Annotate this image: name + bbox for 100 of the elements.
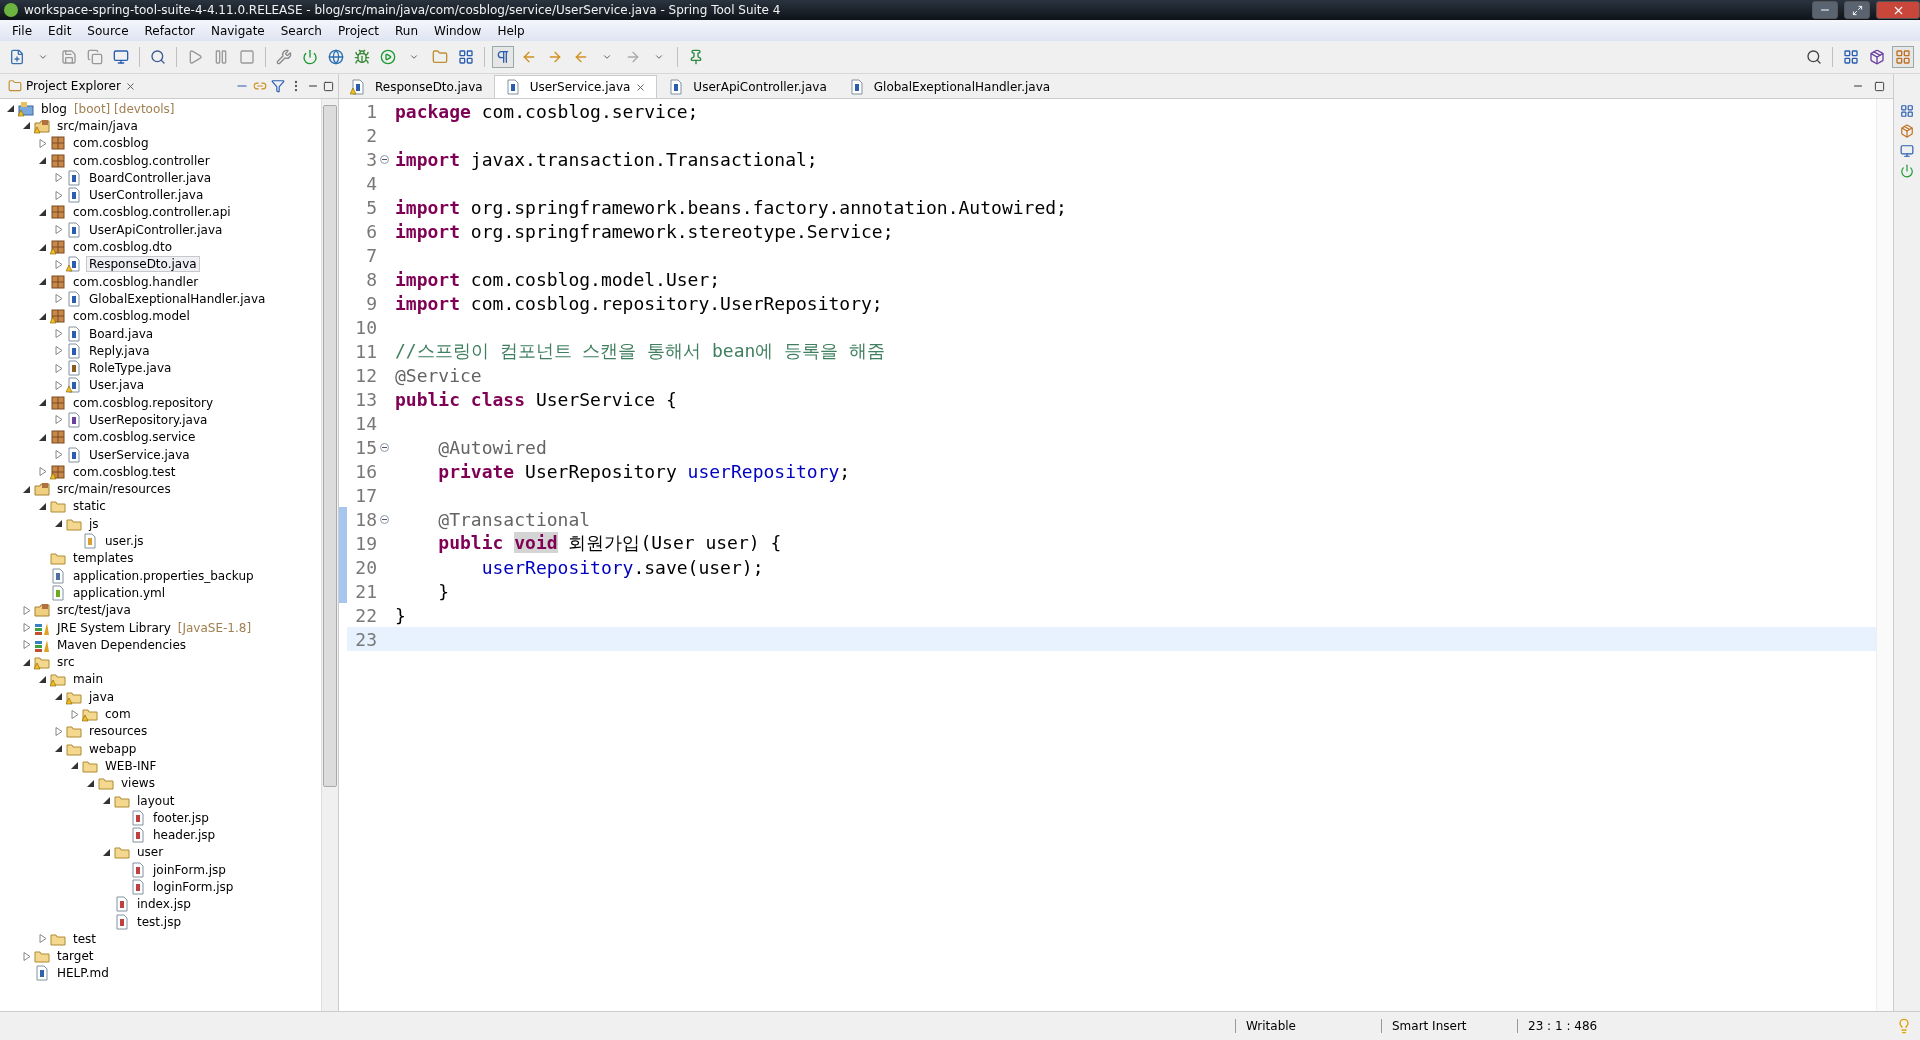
package-icon[interactable] bbox=[1900, 124, 1914, 138]
tree-item[interactable]: com.cosblog.dto bbox=[70, 239, 176, 255]
tree-item[interactable]: User.java bbox=[86, 377, 148, 394]
tree-item[interactable]: src bbox=[54, 654, 78, 671]
perspective-button[interactable] bbox=[1892, 46, 1914, 68]
tree-item[interactable]: JRE System Library bbox=[54, 619, 174, 636]
tree-item[interactable]: test bbox=[70, 930, 100, 947]
collapse-arrow-icon[interactable] bbox=[71, 761, 79, 771]
tree-item[interactable]: Maven Dependencies bbox=[54, 636, 189, 653]
menu-item[interactable]: Source bbox=[79, 23, 137, 38]
tree-item[interactable]: com.cosblog.repository bbox=[70, 394, 217, 411]
tree-item[interactable]: src/test/java bbox=[54, 602, 134, 619]
tree-item[interactable]: application.properties_backup bbox=[70, 567, 257, 584]
tree-item[interactable]: com.cosblog.handler bbox=[70, 273, 202, 290]
expand-arrow-icon[interactable] bbox=[71, 709, 79, 719]
tree-item[interactable]: com.cosblog.controller.api bbox=[70, 204, 234, 221]
expand-arrow-icon[interactable] bbox=[39, 138, 47, 148]
tree-item[interactable]: js bbox=[86, 515, 102, 532]
expand-arrow-icon[interactable] bbox=[55, 329, 63, 338]
expand-arrow-icon[interactable] bbox=[55, 726, 63, 736]
collapse-arrow-icon[interactable] bbox=[39, 432, 47, 442]
expand-arrow-icon[interactable] bbox=[55, 415, 63, 425]
tree-item[interactable]: com.cosblog bbox=[70, 135, 152, 152]
tree-item[interactable]: BoardController.java bbox=[86, 169, 215, 186]
editor-tab[interactable]: ResponseDto.java bbox=[339, 75, 494, 98]
menu-item[interactable]: Edit bbox=[40, 23, 80, 38]
menu-item[interactable]: Run bbox=[387, 23, 427, 38]
tree-item[interactable]: user bbox=[134, 844, 167, 861]
editor-tab[interactable]: UserApiController.java bbox=[657, 75, 838, 98]
tree-item[interactable]: Reply.java bbox=[86, 342, 153, 359]
menu-item[interactable]: Project bbox=[329, 23, 388, 38]
expand-arrow-icon[interactable] bbox=[23, 623, 31, 633]
tree-item[interactable]: com.cosblog.test bbox=[70, 463, 179, 480]
expand-arrow-icon[interactable] bbox=[55, 346, 63, 356]
collapse-arrow-icon[interactable] bbox=[55, 519, 63, 529]
collapse-arrow-icon[interactable] bbox=[103, 847, 111, 857]
collapse-arrow-icon[interactable] bbox=[39, 311, 47, 321]
close-icon[interactable] bbox=[635, 81, 647, 93]
tree-item[interactable]: WEB-INF bbox=[102, 757, 160, 774]
tree-item[interactable]: views bbox=[118, 775, 158, 792]
collapse-arrow-icon[interactable] bbox=[39, 207, 47, 217]
tree-item[interactable]: ResponseDto.java bbox=[86, 256, 200, 273]
menu-item[interactable]: File bbox=[4, 23, 41, 38]
tree-item[interactable]: application.yml bbox=[70, 584, 169, 601]
collapse-arrow-icon[interactable] bbox=[55, 744, 63, 754]
collapse-arrow-icon[interactable] bbox=[7, 104, 15, 114]
close-icon[interactable] bbox=[124, 80, 136, 92]
tree-item[interactable]: target bbox=[54, 948, 97, 965]
expand-arrow-icon[interactable] bbox=[39, 934, 47, 944]
tree-item[interactable]: UserApiController.java bbox=[86, 221, 226, 238]
tree-item[interactable]: RoleType.java bbox=[86, 360, 175, 377]
tree-item[interactable]: loginForm.jsp bbox=[150, 879, 237, 895]
tree-item[interactable]: layout bbox=[134, 792, 178, 809]
scrollbar[interactable] bbox=[1876, 99, 1893, 1011]
menu-item[interactable]: Help bbox=[489, 23, 533, 38]
fold-icon[interactable] bbox=[379, 154, 389, 164]
tree-item[interactable]: footer.jsp bbox=[150, 809, 212, 826]
tree-item[interactable]: UserService.java bbox=[86, 446, 193, 463]
tree-item[interactable]: resources bbox=[86, 723, 151, 740]
tree-item[interactable]: header.jsp bbox=[150, 827, 219, 844]
filter-icon[interactable] bbox=[271, 79, 285, 93]
collapse-arrow-icon[interactable] bbox=[39, 674, 47, 684]
collapse-arrow-icon[interactable] bbox=[23, 657, 31, 667]
collapse-arrow-icon[interactable] bbox=[39, 501, 47, 511]
expand-arrow-icon[interactable] bbox=[55, 294, 63, 304]
tree-item[interactable]: index.jsp bbox=[134, 896, 194, 913]
expand-arrow-icon[interactable] bbox=[55, 363, 63, 373]
expand-arrow-icon[interactable] bbox=[23, 605, 31, 615]
maximize-icon[interactable] bbox=[323, 80, 334, 92]
expand-arrow-icon[interactable] bbox=[55, 225, 63, 235]
menu-item[interactable]: Refactor bbox=[136, 23, 203, 38]
tree-item[interactable]: main bbox=[70, 671, 106, 688]
collapse-arrow-icon[interactable] bbox=[39, 156, 47, 166]
pilcrow-button[interactable] bbox=[492, 46, 514, 68]
expand-arrow-icon[interactable] bbox=[55, 173, 63, 183]
fold-icon[interactable] bbox=[379, 442, 389, 452]
expand-arrow-icon[interactable] bbox=[55, 380, 63, 390]
expand-arrow-icon[interactable] bbox=[23, 640, 31, 650]
tree-item[interactable]: user.js bbox=[102, 533, 147, 550]
tree-item[interactable]: com.cosblog.service bbox=[70, 429, 199, 446]
minimize-button[interactable] bbox=[1812, 1, 1838, 19]
lightbulb-icon[interactable] bbox=[1896, 1018, 1912, 1034]
close-button[interactable] bbox=[1876, 1, 1920, 19]
tree-item[interactable]: webapp bbox=[86, 740, 140, 757]
maximize-icon[interactable] bbox=[1874, 81, 1885, 92]
collapse-arrow-icon[interactable] bbox=[39, 242, 47, 252]
tree-item[interactable]: src/main/resources bbox=[54, 481, 174, 498]
tree-item[interactable]: Board.java bbox=[86, 325, 157, 342]
editor-tab[interactable]: GlobalExeptionalHandler.java bbox=[837, 75, 1062, 98]
collapse-arrow-icon[interactable] bbox=[55, 692, 63, 702]
link-icon[interactable] bbox=[253, 79, 267, 93]
tree-item[interactable]: com bbox=[102, 706, 134, 723]
maximize-button[interactable] bbox=[1844, 1, 1870, 19]
tree-item[interactable]: UserRepository.java bbox=[86, 412, 211, 428]
collapse-arrow-icon[interactable] bbox=[23, 484, 31, 494]
tree-item[interactable]: GlobalExeptionalHandler.java bbox=[86, 290, 269, 307]
tree-item[interactable]: src/main/java bbox=[54, 117, 141, 134]
scrollbar[interactable] bbox=[321, 99, 338, 1011]
collapse-arrow-icon[interactable] bbox=[39, 398, 47, 408]
power-icon[interactable] bbox=[1900, 164, 1914, 178]
